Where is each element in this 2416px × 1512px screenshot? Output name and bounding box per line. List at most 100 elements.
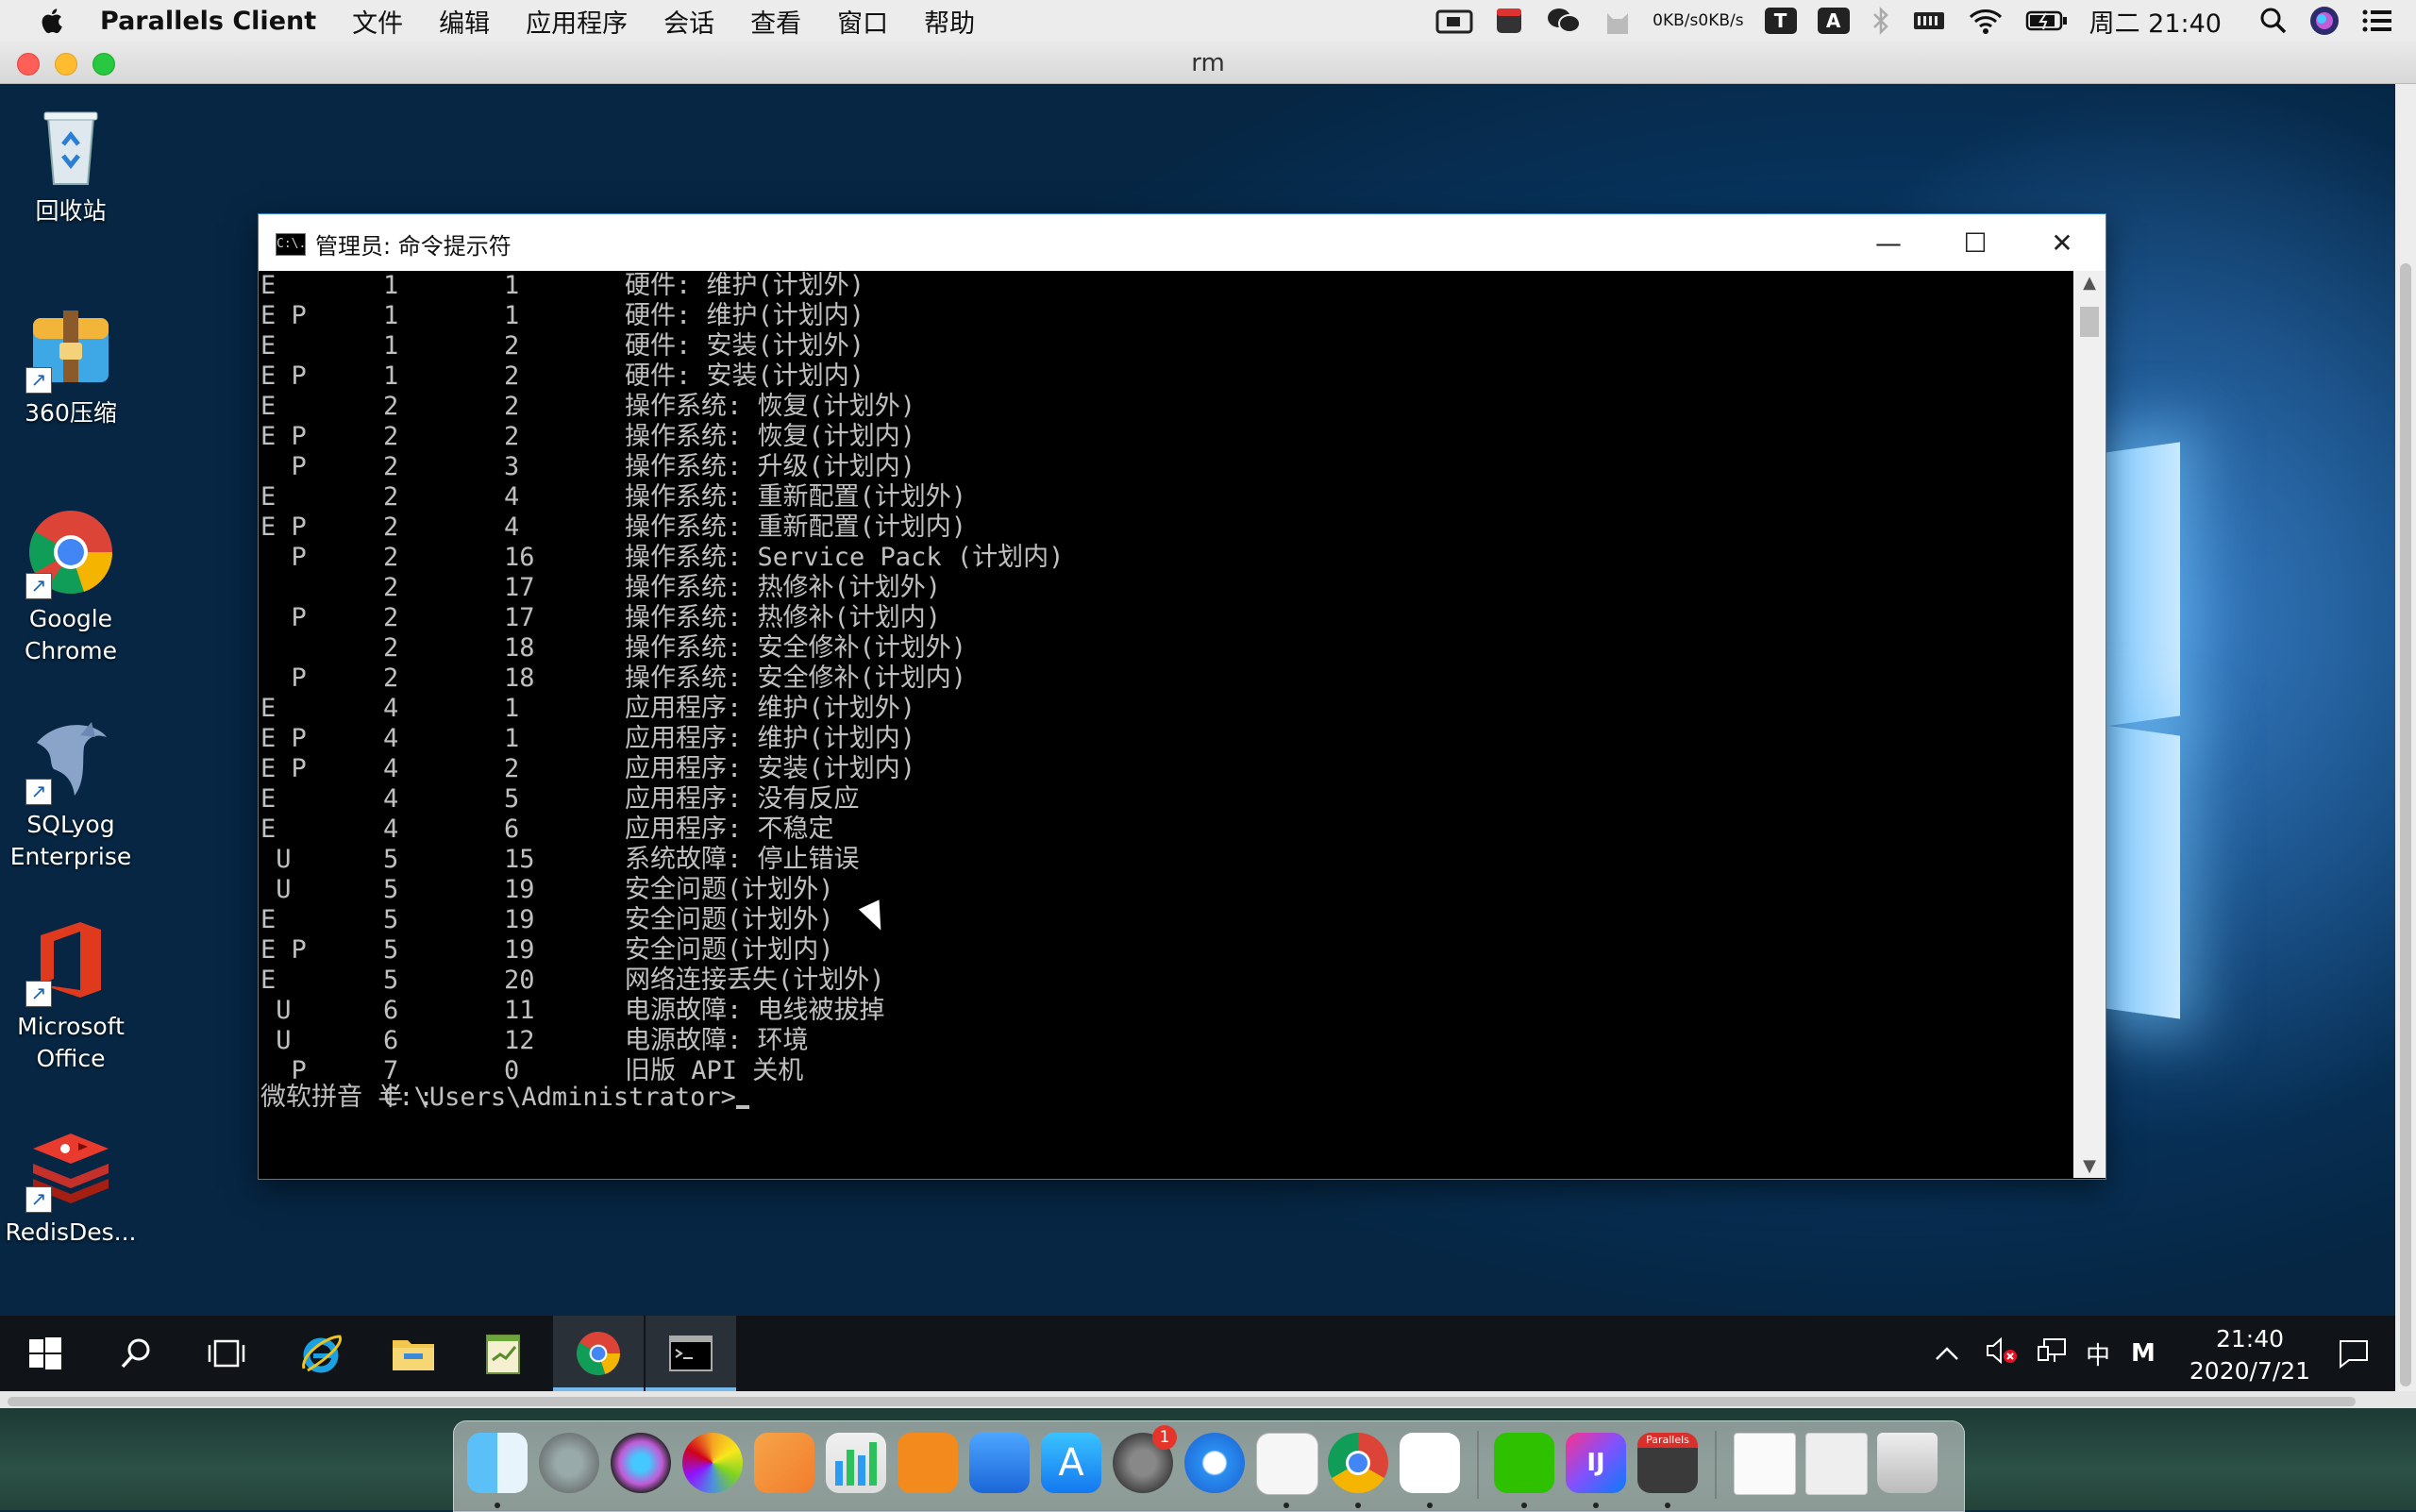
ime-mode-indicator[interactable]: M <box>2131 1339 2156 1368</box>
memory-icon[interactable] <box>1912 8 1946 34</box>
command-prompt-window[interactable]: C:\. 管理员: 命令提示符 — ☐ ✕ E 1 1 硬件: 维护(计划外) E P1… <box>258 213 2106 1180</box>
reason-minor: 3 <box>504 452 520 481</box>
network-icon[interactable] <box>2037 1336 2069 1372</box>
dock-launchpad-icon[interactable] <box>539 1433 599 1493</box>
taskbar-file-explorer[interactable] <box>368 1316 459 1391</box>
parallels-status-icon[interactable] <box>1494 6 1524 36</box>
desktop-icon-redis-desktop[interactable]: ↗ RedisDes... <box>0 1122 142 1249</box>
dock-chrome-icon[interactable] <box>1328 1433 1388 1493</box>
running-indicator <box>1284 1503 1289 1508</box>
dock-downloads-stack-icon[interactable] <box>1805 1433 1868 1495</box>
cat-status-icon[interactable] <box>1603 6 1632 36</box>
cmd-maximize-button[interactable]: ☐ <box>1932 214 2019 271</box>
shortcut-arrow-icon: ↗ <box>25 573 52 599</box>
cmd-vertical-scrollbar[interactable]: ▲ ▼ <box>2073 271 2106 1178</box>
menu-edit[interactable]: 编辑 <box>439 3 490 40</box>
parallels-window-title: rm <box>1191 49 1225 77</box>
action-center-button[interactable] <box>2308 1316 2399 1391</box>
dock-intellij-icon[interactable]: IJ <box>1566 1433 1626 1493</box>
reason-title: 系统故障: 停止错误 <box>625 845 860 874</box>
task-view-button[interactable] <box>181 1316 272 1391</box>
cmd-minimize-button[interactable]: — <box>1845 214 1932 271</box>
scroll-down-arrow-icon[interactable]: ▼ <box>2073 1156 2106 1176</box>
parallels-scroll-thumb[interactable] <box>2400 263 2411 1386</box>
reason-title: 应用程序: 不稳定 <box>625 815 834 844</box>
dock-siri-icon[interactable] <box>611 1433 671 1493</box>
cmd-titlebar[interactable]: C:\. 管理员: 命令提示符 — ☐ ✕ <box>259 214 2106 271</box>
running-indicator <box>1593 1503 1599 1508</box>
wechat-status-icon[interactable] <box>1545 6 1583 36</box>
windows-taskbar: 中 M 21:40 2020/7/21 <box>0 1316 2395 1391</box>
tray-show-hidden-icon[interactable] <box>1935 1339 1959 1368</box>
desktop-icon-sqlyog[interactable]: ↗ SQLyog Enterprise <box>0 714 142 873</box>
taskbar-search-button[interactable] <box>91 1316 181 1391</box>
dock-parallels-client-icon[interactable]: Parallels <box>1637 1433 1698 1493</box>
dock-textedit-icon[interactable] <box>1256 1433 1318 1495</box>
volume-muted-icon[interactable] <box>1984 1336 2018 1372</box>
menu-help[interactable]: 帮助 <box>924 3 975 40</box>
apple-menu-icon[interactable] <box>38 7 64 35</box>
cmd-title: 管理员: 命令提示符 <box>315 233 512 260</box>
cmd-close-button[interactable]: ✕ <box>2019 214 2106 271</box>
reason-title: 应用程序: 安装(计划内) <box>625 754 916 783</box>
dock-finder-icon[interactable] <box>467 1433 528 1493</box>
text-input-t-icon[interactable]: T <box>1764 8 1797 34</box>
mac-dock: A 1 IJ Parallels <box>453 1420 1965 1512</box>
dock-books-icon[interactable] <box>898 1433 958 1493</box>
cmd-console-output[interactable]: E 1 1 硬件: 维护(计划外) E P 1 1 硬件: 维护(计划内) E 1 2 硬件: 安装(… <box>260 271 2072 1177</box>
menu-window[interactable]: 窗口 <box>837 3 888 40</box>
reason-major: 2 <box>383 392 399 421</box>
chrome-icon <box>577 1332 620 1376</box>
desktop-icon-recycle-bin[interactable]: 回收站 <box>0 101 142 227</box>
bluetooth-icon[interactable] <box>1871 6 1891 36</box>
dock-baidu-netdisk-icon[interactable] <box>1400 1433 1460 1493</box>
input-source-a-icon[interactable]: A <box>1817 8 1850 34</box>
dock-wechat-icon[interactable] <box>1494 1433 1554 1493</box>
desktop-icon-360-zip[interactable]: ↗ 360压缩 <box>0 303 142 429</box>
reason-minor: 2 <box>504 392 520 421</box>
dock-photos-icon[interactable] <box>682 1433 743 1493</box>
desktop-icon-microsoft-office[interactable]: ↗ Microsoft Office <box>0 916 142 1075</box>
dock-document-icon[interactable] <box>1734 1433 1796 1495</box>
reason-major: 6 <box>383 996 399 1025</box>
menu-file[interactable]: 文件 <box>352 3 403 40</box>
siri-icon[interactable] <box>2308 5 2340 37</box>
menu-applications[interactable]: 应用程序 <box>526 3 628 40</box>
menu-session[interactable]: 会话 <box>663 3 714 40</box>
dock-app-store-icon[interactable]: A <box>1041 1433 1101 1493</box>
reason-major: 1 <box>383 301 399 330</box>
folder-icon <box>393 1340 434 1370</box>
reason-major: 4 <box>383 754 399 783</box>
reason-minor: 1 <box>504 271 520 300</box>
start-button[interactable] <box>0 1316 91 1391</box>
notification-center-icon[interactable] <box>2361 8 2393 34</box>
scroll-thumb[interactable] <box>2080 307 2099 337</box>
parallels-vertical-scrollbar[interactable] <box>2395 84 2416 1391</box>
taskbar-notepad[interactable] <box>459 1316 549 1391</box>
taskbar-command-prompt[interactable] <box>646 1316 736 1391</box>
menu-view[interactable]: 查看 <box>750 3 801 40</box>
dock-trash-icon[interactable] <box>1877 1433 1938 1493</box>
app-name-menu[interactable]: Parallels Client <box>100 7 316 36</box>
running-indicator <box>1427 1503 1433 1508</box>
taskbar-internet-explorer[interactable] <box>276 1316 366 1391</box>
spotlight-search-icon[interactable] <box>2259 7 2288 35</box>
reason-flags: E P <box>260 512 307 542</box>
desktop-icon-google-chrome[interactable]: ↗ Google Chrome <box>0 509 142 667</box>
taskbar-clock[interactable]: 21:40 2020/7/21 <box>2174 1323 2325 1387</box>
parallels-horizontal-scrollbar[interactable] <box>8 1397 2356 1406</box>
dock-keynote-icon[interactable] <box>969 1433 1030 1493</box>
input-language-indicator[interactable]: 中 <box>2086 1336 2110 1371</box>
scroll-up-arrow-icon[interactable]: ▲ <box>2073 273 2106 293</box>
battery-icon[interactable] <box>2025 8 2069 34</box>
wifi-icon[interactable] <box>1967 7 2005 35</box>
dock-pages-icon[interactable] <box>754 1433 814 1493</box>
screen-record-icon[interactable] <box>1435 8 1473 34</box>
dock-safari-icon[interactable] <box>1184 1433 1245 1493</box>
cmd-app-icon: C:\. <box>276 233 306 256</box>
dock-numbers-icon[interactable] <box>826 1433 886 1493</box>
menubar-clock[interactable]: 周二 21:40 <box>2089 3 2222 40</box>
cmd-prompt-line[interactable]: C:\Users\Administrator> <box>260 1052 749 1112</box>
taskbar-google-chrome[interactable] <box>553 1316 644 1391</box>
task-view-icon <box>208 1339 245 1368</box>
